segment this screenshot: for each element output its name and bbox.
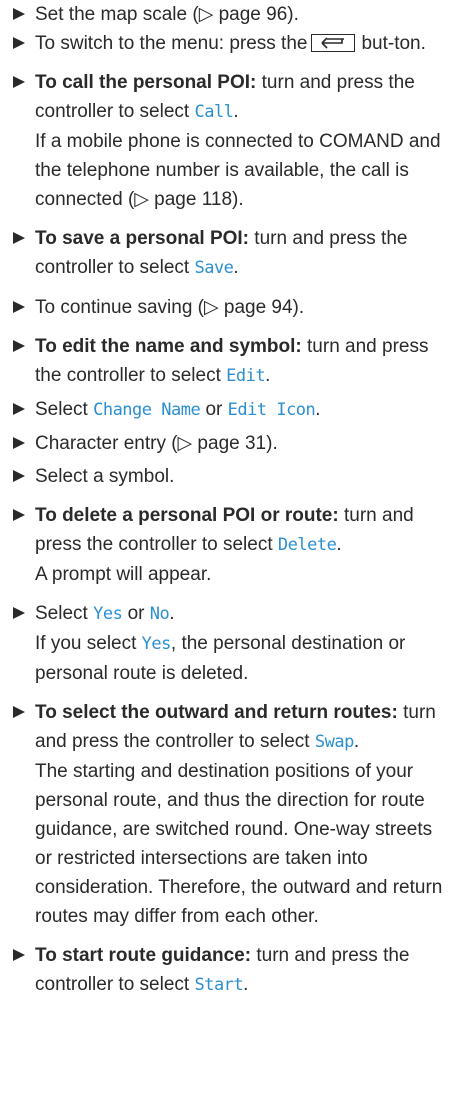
step-swap-routes: To select the outward and return routes:… (12, 698, 452, 757)
step-save-poi: To save a personal POI: turn and press t… (12, 224, 452, 283)
step-delete-desc: A prompt will appear. (35, 564, 212, 585)
step-character-entry: Character entry (▷ page 31). (12, 429, 452, 458)
bullet-arrow-icon (13, 470, 25, 482)
step-start-guidance: To start route guidance: turn and press … (12, 941, 452, 1000)
option-change-name: Change Name (93, 400, 201, 420)
bullet-arrow-icon (13, 37, 25, 49)
option-save: Save (194, 258, 234, 278)
option-delete: Delete (277, 535, 337, 555)
bullet-arrow-icon (13, 706, 25, 718)
bullet-arrow-icon (13, 403, 25, 415)
manual-page: Set the map scale (▷ page 96). To switch… (0, 0, 464, 1116)
step-map-scale: Set the map scale (▷ page 96). (12, 0, 452, 29)
step-call-desc: If a mobile phone is connected to COMAND… (35, 131, 441, 210)
option-call: Call (194, 102, 234, 122)
bullet-arrow-icon (13, 8, 25, 20)
step-continue-saving: To continue saving (▷ page 94). (12, 293, 452, 322)
bullet-arrow-icon (13, 607, 25, 619)
option-yes: Yes (93, 604, 123, 624)
step-select-symbol: Select a symbol. (12, 462, 452, 491)
bullet-arrow-icon (13, 949, 25, 961)
option-yes-inline: Yes (141, 634, 172, 654)
step-select-change: Select Change Name or Edit Icon. (12, 395, 452, 425)
bullet-arrow-icon (13, 340, 25, 352)
option-edit-icon: Edit Icon (227, 400, 316, 420)
back-button-icon (311, 34, 356, 52)
bullet-arrow-icon (13, 232, 25, 244)
step-delete-poi: To delete a personal POI or route: turn … (12, 501, 452, 560)
option-swap: Swap (314, 732, 354, 752)
step-select-yes-no: Select Yes or No. (12, 599, 452, 629)
step-edit-name: To edit the name and symbol: turn and pr… (12, 332, 452, 391)
bullet-arrow-icon (13, 301, 25, 313)
step-yes-desc: If you select Yes, the personal destinat… (35, 633, 406, 684)
step-call-poi: To call the personal POI: turn and press… (12, 68, 452, 127)
bullet-arrow-icon (13, 437, 25, 449)
step-swap-desc: The starting and destination positions o… (35, 761, 443, 927)
option-edit: Edit (226, 366, 266, 386)
option-no: No (149, 604, 170, 624)
step-switch-menu: To switch to the menu: press the but-ton. (12, 29, 452, 58)
bullet-arrow-icon (13, 76, 25, 88)
bullet-arrow-icon (13, 509, 25, 521)
option-start: Start (194, 975, 244, 995)
